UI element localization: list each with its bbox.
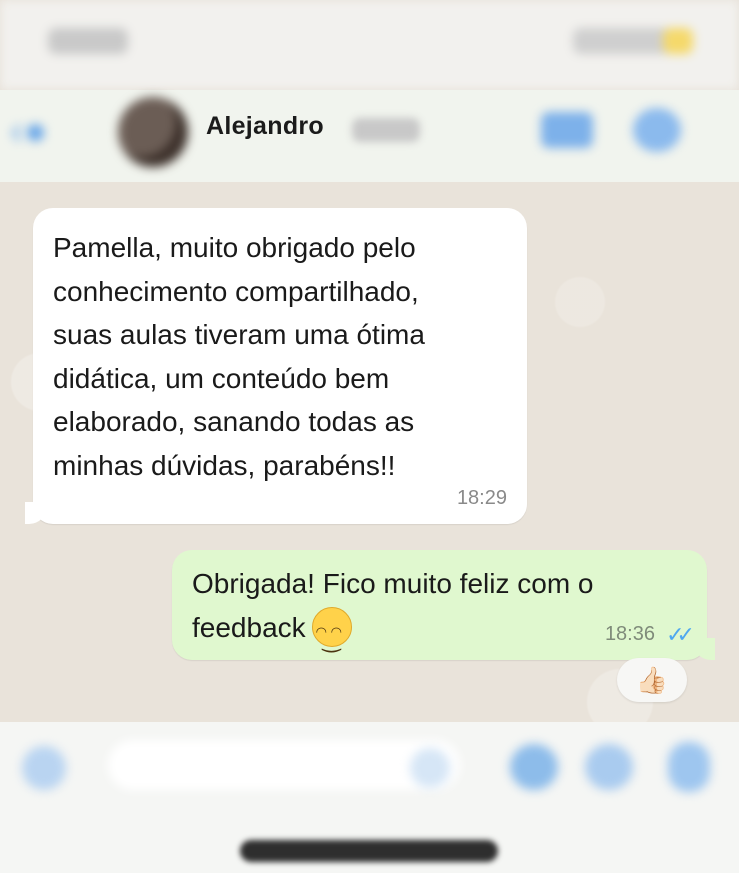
phone-call-icon[interactable] [633,108,681,152]
chat-area[interactable]: Pamella, muito obrigado pelo conheciment… [0,182,739,722]
gallery-icon[interactable] [585,744,633,790]
outgoing-message-body: Obrigada! Fico muito feliz com o feedbac… [192,568,594,643]
home-indicator[interactable] [240,840,498,862]
outgoing-message-time: 18:36 [604,623,655,645]
video-call-icon[interactable] [541,112,593,148]
sticker-icon[interactable] [410,748,450,788]
double-check-icon: ✓✓ [666,622,695,647]
contact-name[interactable]: Alejandro [206,112,324,141]
plus-icon[interactable] [22,746,66,790]
thumbs-up-reaction-icon[interactable]: 👍🏻 [617,658,687,702]
chat-header: ‹● Alejandro [0,90,739,182]
avatar[interactable] [118,97,188,167]
camera-icon[interactable] [510,744,558,790]
contact-surname-blurred [352,118,420,142]
status-bar [0,0,739,90]
incoming-message-time: 18:29 [456,487,507,509]
outgoing-message-bubble[interactable]: Obrigada! Fico muito feliz com o feedbac… [172,550,715,662]
incoming-message-bubble[interactable]: Pamella, muito obrigado pelo conheciment… [25,208,527,524]
status-time-blurred [48,28,128,54]
smiling-face-icon [311,606,352,662]
back-arrow-icon[interactable]: ‹● [10,111,70,151]
incoming-message-text: Pamella, muito obrigado pelo conheciment… [53,232,425,481]
microphone-icon[interactable] [668,742,710,792]
status-icons-blurred [573,28,693,54]
message-input-bar [0,722,739,873]
message-input[interactable] [108,740,460,790]
